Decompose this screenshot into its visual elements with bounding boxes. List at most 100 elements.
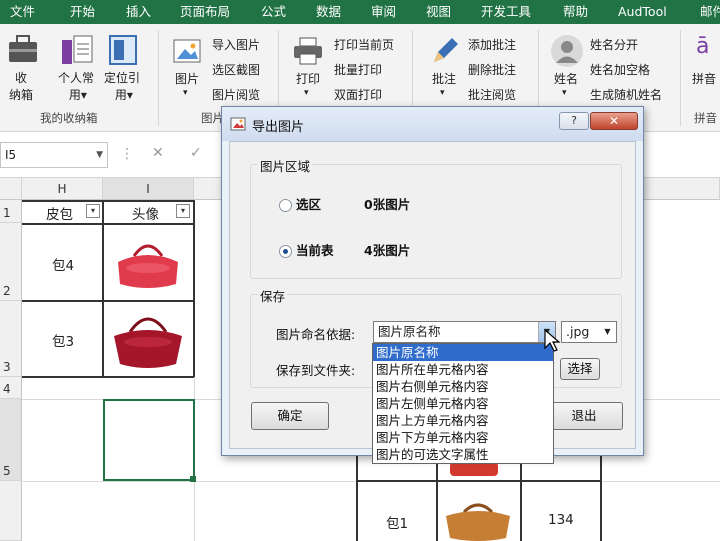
cancel-icon[interactable]: ✕ [152, 145, 164, 161]
naming-basis-label: 图片命名依据: [276, 327, 356, 342]
menu-help[interactable]: 帮助 [563, 0, 588, 24]
pinyin-button[interactable]: 拼音 [692, 70, 716, 87]
choose-folder-button[interactable]: 选择 [560, 358, 600, 380]
menu-view[interactable]: 视图 [426, 0, 451, 24]
locate-ref-icon[interactable] [106, 34, 140, 66]
menu-data[interactable]: 数据 [316, 0, 341, 24]
filter-dropdown-icon[interactable]: ▾ [176, 204, 190, 218]
duplex-print-button[interactable]: 双面打印 [334, 86, 382, 103]
menu-audtool[interactable]: AudTool [618, 0, 667, 24]
row-header-2[interactable]: 2 [0, 223, 22, 301]
chevron-down-icon[interactable]: ▼ [96, 143, 103, 167]
option-above-cell-content[interactable]: 图片上方单元格内容 [373, 412, 553, 429]
format-select[interactable]: .jpg ▼ [561, 321, 617, 343]
row-header-4[interactable]: 4 [0, 377, 22, 399]
random-name-button[interactable]: 生成随机姓名 [590, 86, 662, 103]
menu-file[interactable]: 文件 [10, 0, 35, 24]
dialog-titlebar[interactable]: 导出图片 ? ✕ [222, 107, 643, 141]
personal-used-icon[interactable] [58, 34, 96, 66]
toolbox-icon[interactable] [6, 32, 40, 64]
printer-icon[interactable] [292, 36, 324, 66]
option-right-cell-content[interactable]: 图片右侧单元格内容 [373, 378, 553, 395]
ribbon-separator [158, 30, 159, 126]
table-border [22, 200, 194, 202]
print-dropdown-arrow[interactable]: ▾ [304, 88, 309, 98]
row-header-3[interactable]: 3 [0, 301, 22, 377]
naming-basis-select[interactable]: 图片原名称 ▼ [373, 321, 556, 343]
close-button[interactable]: ✕ [590, 112, 638, 130]
selection-radio[interactable] [279, 199, 292, 212]
column-header-i[interactable]: I [103, 178, 194, 200]
name-box[interactable]: I5 ▼ [0, 142, 108, 168]
menu-mail[interactable]: 邮件 [700, 0, 720, 24]
locate-ref-button[interactable]: 定位引 用▾ [104, 70, 140, 104]
menu-formulas[interactable]: 公式 [261, 0, 286, 24]
annotation-browse-button[interactable]: 批注阅览 [468, 86, 516, 103]
option-alt-text[interactable]: 图片的可选文字属性 [373, 446, 553, 463]
locate-ref-label: 定位引 用▾ [104, 71, 141, 102]
menu-developer[interactable]: 开发工具 [481, 0, 531, 24]
confirm-icon[interactable]: ✓ [190, 145, 202, 161]
option-below-cell-content[interactable]: 图片下方单元格内容 [373, 429, 553, 446]
option-original-name[interactable]: 图片原名称 [373, 344, 553, 361]
person-avatar-icon[interactable] [550, 34, 584, 68]
annotate-dropdown-arrow[interactable]: ▾ [440, 88, 445, 98]
exit-button[interactable]: 退出 [545, 402, 623, 430]
crimson-handbag-image[interactable] [110, 306, 186, 372]
picture-icon[interactable] [172, 36, 204, 66]
name-button[interactable]: 姓名 [554, 70, 578, 87]
header-bag-cell[interactable]: 皮包 [46, 203, 73, 223]
current-sheet-count: 4张图片 [364, 243, 411, 258]
current-sheet-radio[interactable] [279, 245, 292, 258]
save-legend: 保存 [258, 286, 288, 305]
dialog-title: 导出图片 [252, 120, 305, 135]
number-cell[interactable]: 134 [548, 512, 574, 528]
menu-review[interactable]: 审阅 [371, 0, 396, 24]
picture-browse-button[interactable]: 图片阅览 [212, 86, 260, 103]
print-current-page-button[interactable]: 打印当前页 [334, 36, 394, 53]
name-dropdown-arrow[interactable]: ▾ [562, 88, 567, 98]
chevron-down-icon[interactable]: ▼ [599, 322, 616, 342]
row-header-5[interactable]: 5 [0, 399, 22, 481]
filter-dropdown-icon[interactable]: ▾ [86, 204, 100, 218]
personal-used-button[interactable]: 个人常 用▾ [58, 70, 94, 104]
print-button[interactable]: 打印 [296, 70, 320, 87]
picture-dropdown-arrow[interactable]: ▾ [183, 88, 188, 98]
table-border [22, 300, 194, 302]
option-left-cell-content[interactable]: 图片左侧单元格内容 [373, 395, 553, 412]
menu-home[interactable]: 开始 [70, 0, 95, 24]
bag1-cell[interactable]: 包1 [386, 512, 408, 532]
ok-button[interactable]: 确定 [251, 402, 329, 430]
name-add-space-button[interactable]: 姓名加空格 [590, 61, 650, 78]
row-header-1[interactable]: 1 [0, 200, 22, 223]
menu-page-layout[interactable]: 页面布局 [180, 0, 230, 24]
fill-handle[interactable] [190, 476, 196, 482]
table-border [102, 200, 104, 377]
annotate-button[interactable]: 批注 [432, 70, 456, 87]
selection-option-label[interactable]: 选区 [296, 194, 321, 213]
help-button[interactable]: ? [559, 112, 589, 130]
delete-annotation-button[interactable]: 删除批注 [468, 61, 516, 78]
select-all-corner[interactable] [0, 178, 22, 200]
import-picture-button[interactable]: 导入图片 [212, 36, 260, 53]
bag3-cell[interactable]: 包3 [52, 330, 74, 350]
menu-insert[interactable]: 插入 [126, 0, 151, 24]
batch-print-button[interactable]: 批量打印 [334, 61, 382, 78]
column-header-h[interactable]: H [22, 178, 103, 200]
picture-button[interactable]: 图片 [175, 70, 199, 87]
region-screenshot-button[interactable]: 选区截图 [212, 61, 260, 78]
split-name-button[interactable]: 姓名分开 [590, 36, 638, 53]
collect-box-button[interactable]: 收纳箱 [9, 70, 33, 104]
brown-handbag-image[interactable] [438, 496, 518, 541]
row-header-6[interactable] [0, 481, 22, 541]
red-bag-partial-image[interactable] [444, 462, 504, 480]
selected-cell-i5[interactable] [103, 399, 195, 481]
bag4-cell[interactable]: 包4 [52, 254, 74, 274]
current-sheet-option-label[interactable]: 当前表 [296, 240, 334, 259]
annotate-pencil-icon[interactable] [428, 36, 460, 66]
option-cell-content[interactable]: 图片所在单元格内容 [373, 361, 553, 378]
pinyin-icon[interactable]: ā [696, 34, 709, 59]
add-annotation-button[interactable]: 添加批注 [468, 36, 516, 53]
red-handbag-image[interactable] [112, 234, 184, 294]
header-avatar-cell[interactable]: 头像 [132, 203, 159, 223]
